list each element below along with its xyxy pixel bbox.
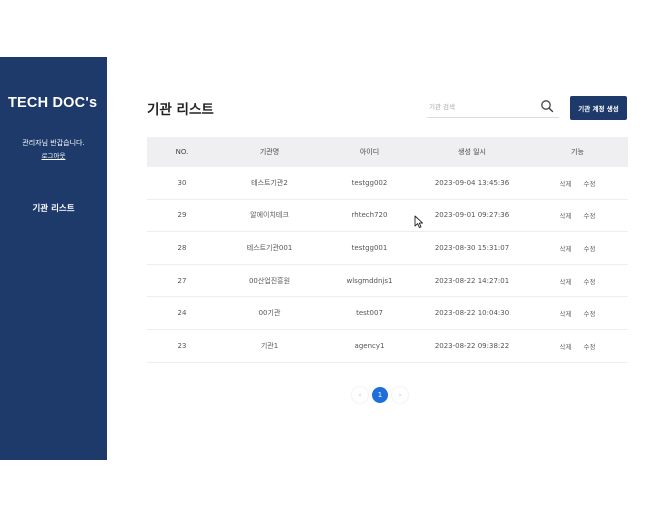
logout-link[interactable]: 로그아웃 — [0, 150, 107, 160]
header-id: 아이디 — [359, 148, 380, 156]
cell-id: wlsgmddnjs1 — [346, 276, 393, 285]
edit-button[interactable]: 수정 — [584, 341, 596, 351]
cell-name: 00기관 — [258, 309, 281, 318]
app-logo[interactable]: TECH DOC's — [8, 95, 97, 111]
cell-created: 2023-08-22 10:04:30 — [434, 309, 510, 318]
sidebar: TECH DOC's 관리자님 반갑습니다. 로그아웃 기관 리스트 — [0, 57, 107, 460]
cell-created: 2023-09-01 09:27:36 — [434, 211, 510, 220]
table-row: 24 00기관 test007 2023-08-22 10:04:30 삭제 수… — [147, 297, 628, 330]
cell-created: 2023-08-22 09:38:22 — [434, 341, 510, 350]
header-created: 생성 일시 — [458, 148, 486, 156]
greeting-text: 관리자님 반갑습니다. — [22, 139, 85, 147]
edit-button[interactable]: 수정 — [584, 276, 596, 286]
table-row: 23 기관1 agency1 2023-08-22 09:38:22 삭제 수정 — [147, 330, 628, 363]
cell-function: 삭제 수정 — [527, 297, 628, 329]
cell-function: 삭제 수정 — [527, 167, 628, 199]
header-function: 기능 — [571, 148, 584, 156]
cell-function: 삭제 수정 — [527, 330, 628, 362]
table-header: NO. 기관명 아이디 생성 일시 기능 — [147, 137, 628, 167]
edit-button[interactable]: 수정 — [584, 243, 596, 253]
delete-button[interactable]: 삭제 — [560, 341, 572, 351]
sidebar-item-agency-list[interactable]: 기관 리스트 — [0, 202, 107, 214]
delete-button[interactable]: 삭제 — [560, 178, 572, 188]
delete-button[interactable]: 삭제 — [560, 243, 572, 253]
delete-button[interactable]: 삭제 — [560, 276, 572, 286]
agency-table: NO. 기관명 아이디 생성 일시 기능 30 테스트기관2 testgg002… — [147, 137, 628, 363]
cell-created: 2023-08-30 15:31:07 — [434, 243, 510, 252]
delete-button[interactable]: 삭제 — [560, 210, 572, 220]
pagination-prev-button[interactable]: ‹ — [352, 387, 368, 403]
cell-name: 알에이치테크 — [250, 211, 289, 220]
search-box — [427, 96, 559, 118]
cell-function: 삭제 수정 — [527, 265, 628, 297]
cell-id: agency1 — [354, 341, 385, 350]
cell-no: 23 — [177, 341, 187, 350]
cell-created: 2023-09-04 13:45:36 — [434, 178, 510, 187]
table-row: 30 테스트기관2 testgg002 2023-09-04 13:45:36 … — [147, 167, 628, 200]
table-row: 29 알에이치테크 rhtech720 2023-09-01 09:27:36 … — [147, 200, 628, 233]
edit-button[interactable]: 수정 — [584, 210, 596, 220]
pagination: ‹ 1 › — [352, 387, 412, 405]
search-input[interactable] — [429, 99, 539, 115]
header-name: 기관명 — [259, 148, 280, 156]
table-row: 28 테스트기관001 testgg001 2023-08-30 15:31:0… — [147, 232, 628, 265]
cell-no: 28 — [177, 243, 187, 252]
pagination-page-current[interactable]: 1 — [372, 387, 388, 403]
cell-id: testgg001 — [351, 243, 388, 252]
cell-created: 2023-08-22 14:27:01 — [434, 276, 510, 285]
cell-function: 삭제 수정 — [527, 232, 628, 264]
cell-name: 기관1 — [260, 341, 279, 350]
create-agency-account-button[interactable]: 기관 계정 생성 — [570, 96, 627, 120]
cell-function: 삭제 수정 — [527, 200, 628, 232]
cell-name: 테스트기관2 — [251, 178, 288, 187]
cell-name: 테스트기관001 — [246, 243, 293, 252]
edit-button[interactable]: 수정 — [584, 178, 596, 188]
main-content: 기관 리스트 기관 계정 생성 NO. 기관명 아이디 생성 일시 기능 30 … — [107, 57, 648, 460]
cell-no: 27 — [177, 276, 187, 285]
page-title: 기관 리스트 — [147, 102, 214, 118]
cell-no: 24 — [177, 309, 187, 318]
search-icon[interactable] — [540, 99, 554, 113]
mouse-cursor-icon — [414, 215, 424, 229]
table-row: 27 00산업진흥원 wlsgmddnjs1 2023-08-22 14:27:… — [147, 265, 628, 298]
pagination-next-button[interactable]: › — [392, 387, 408, 403]
header-no: NO. — [175, 148, 189, 156]
cell-name: 00산업진흥원 — [248, 276, 291, 285]
cell-id: test007 — [356, 309, 383, 318]
cell-no: 30 — [177, 178, 187, 187]
edit-button[interactable]: 수정 — [584, 308, 596, 318]
delete-button[interactable]: 삭제 — [560, 308, 572, 318]
cell-no: 29 — [177, 211, 187, 220]
cell-id: rhtech720 — [351, 211, 388, 220]
cell-id: testgg002 — [351, 178, 388, 187]
